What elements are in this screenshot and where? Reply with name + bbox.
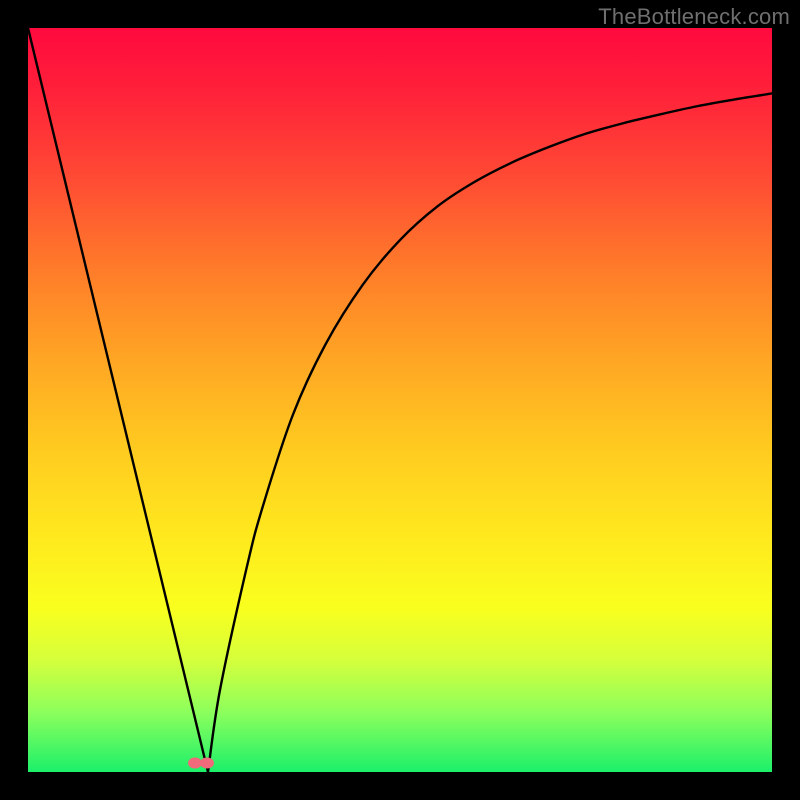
chart-frame: TheBottleneck.com	[0, 0, 800, 800]
bottleneck-curve	[28, 28, 772, 772]
watermark-text: TheBottleneck.com	[598, 4, 790, 30]
data-point-marker	[200, 758, 214, 769]
plot-area	[28, 28, 772, 772]
